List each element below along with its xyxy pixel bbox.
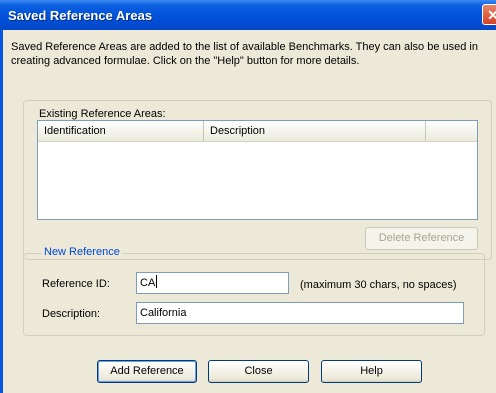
text-caret bbox=[156, 275, 158, 288]
add-reference-button[interactable]: Add Reference bbox=[97, 360, 197, 383]
reference-id-hint: (maximum 30 chars, no spaces) bbox=[300, 279, 457, 291]
help-button[interactable]: Help bbox=[321, 360, 422, 383]
delete-reference-button[interactable]: Delete Reference bbox=[365, 227, 478, 250]
reference-id-value: CA bbox=[140, 277, 156, 289]
reference-areas-list[interactable]: Identification Description bbox=[37, 120, 478, 220]
title-bar[interactable]: Saved Reference Areas ✕ bbox=[0, 0, 496, 30]
existing-areas-label: Existing Reference Areas: bbox=[39, 108, 166, 120]
description-value: California bbox=[140, 307, 187, 319]
new-reference-legend: New Reference bbox=[42, 246, 122, 258]
intro-text: Saved Reference Areas are added to the l… bbox=[11, 41, 478, 67]
description-label: Description: bbox=[42, 308, 101, 320]
reference-id-label: Reference ID: bbox=[42, 278, 110, 290]
list-header: Identification Description bbox=[38, 121, 477, 142]
close-button[interactable]: Close bbox=[208, 360, 309, 383]
close-window-button[interactable]: ✕ bbox=[482, 4, 496, 25]
description-input[interactable]: California bbox=[136, 302, 464, 324]
reference-id-input[interactable]: CA bbox=[136, 272, 289, 294]
column-header-description[interactable]: Description bbox=[204, 121, 426, 141]
window-title: Saved Reference Areas bbox=[8, 8, 153, 23]
close-icon: ✕ bbox=[487, 7, 496, 23]
dialog-window: Saved Reference Areas ✕ Saved Reference … bbox=[0, 0, 496, 393]
column-header-identification[interactable]: Identification bbox=[38, 121, 204, 141]
